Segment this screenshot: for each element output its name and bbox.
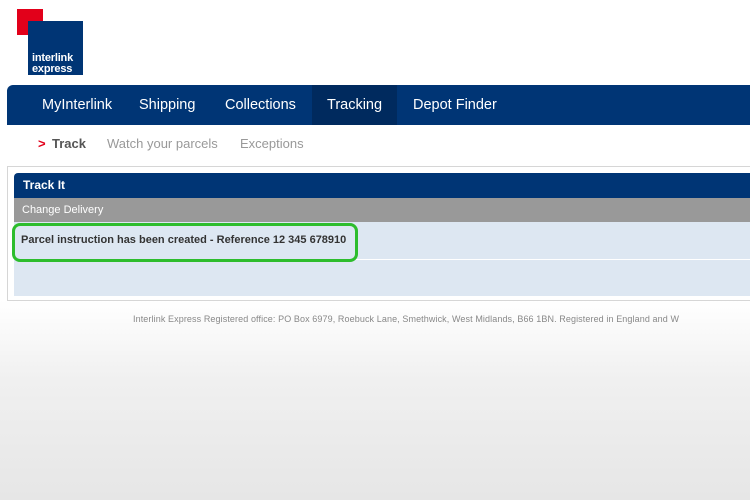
panel-header: Track It <box>14 173 750 198</box>
main-nav: MyInterlink Shipping Collections Trackin… <box>7 85 750 125</box>
highlight-outline <box>12 223 358 262</box>
footer-text: Interlink Express Registered office: PO … <box>133 314 680 324</box>
nav-item-collections[interactable]: Collections <box>210 85 311 125</box>
subnav-item-track[interactable]: Track <box>52 135 86 153</box>
subnav-item-watch-your-parcels[interactable]: Watch your parcels <box>107 135 218 153</box>
logo-text-line2: express <box>32 63 73 75</box>
nav-item-shipping[interactable]: Shipping <box>124 85 210 125</box>
nav-item-depot-finder[interactable]: Depot Finder <box>398 85 512 125</box>
section-header-change-delivery: Change Delivery <box>14 198 750 222</box>
empty-row <box>14 260 750 296</box>
subnav-item-exceptions[interactable]: Exceptions <box>240 135 304 153</box>
nav-item-tracking[interactable]: Tracking <box>312 85 398 125</box>
interlink-express-logo[interactable]: interlink express <box>17 9 83 75</box>
nav-item-myinterlink[interactable]: MyInterlink <box>27 85 127 125</box>
logo-blue-square: interlink express <box>28 21 83 75</box>
chevron-right-icon: > <box>38 136 46 151</box>
